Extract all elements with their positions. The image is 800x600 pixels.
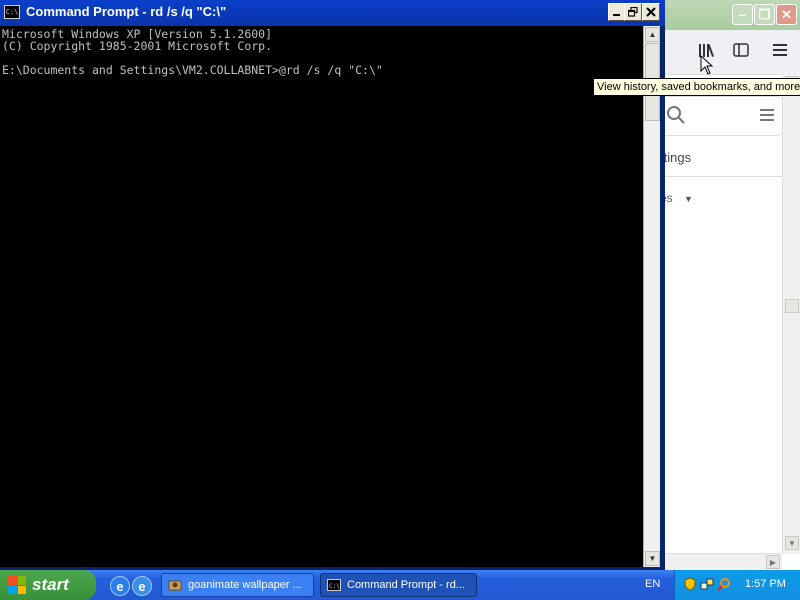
window-title: Command Prompt - rd /s /q "C:\" xyxy=(26,4,227,19)
browser-toolbar xyxy=(660,30,800,75)
cmd-app-icon[interactable]: C:\ xyxy=(4,5,20,19)
console-line: (C) Copyright 1985-2001 Microsoft Corp. xyxy=(2,39,273,53)
close-icon xyxy=(646,7,656,17)
taskbar-item-label: goanimate wallpaper ... xyxy=(188,579,302,591)
taskbar-item-command-prompt[interactable]: C:\ Command Prompt - rd... xyxy=(320,573,477,597)
browser-vertical-scrollbar[interactable]: ▲ ▼ xyxy=(782,74,800,554)
console-output[interactable]: Microsoft Windows XP [Version 5.1.2600] … xyxy=(0,26,643,567)
network-icon xyxy=(700,578,714,590)
mouse-cursor-icon xyxy=(700,54,714,80)
start-label: start xyxy=(32,575,69,594)
close-button[interactable] xyxy=(642,3,660,21)
browser-close-button[interactable]: ✕ xyxy=(776,4,797,25)
image-viewer-icon xyxy=(168,580,182,591)
security-shield-icon xyxy=(684,577,696,591)
language-indicator[interactable]: EN xyxy=(645,578,660,590)
scroll-thumb[interactable] xyxy=(785,299,799,313)
scroll-down-arrow-icon[interactable]: ▼ xyxy=(645,551,660,566)
restore-button[interactable] xyxy=(624,3,642,21)
browser-minimize-button[interactable]: – xyxy=(732,4,753,25)
library-tooltip: View history, saved bookmarks, and more xyxy=(593,78,800,96)
browser-maximize-button[interactable]: ❐ xyxy=(754,4,775,25)
taskbar-item-label: Command Prompt - rd... xyxy=(347,579,465,591)
scroll-up-arrow-icon[interactable]: ▲ xyxy=(645,27,660,42)
ie-quicklaunch-icon[interactable]: e xyxy=(132,576,152,596)
scroll-down-arrow-icon[interactable]: ▼ xyxy=(785,536,799,550)
start-button[interactable]: start xyxy=(0,570,96,600)
search-icon xyxy=(666,105,686,130)
caret-down-icon: ▼ xyxy=(684,194,693,204)
hamburger-menu-icon[interactable] xyxy=(773,43,787,60)
window-border xyxy=(660,26,665,570)
console-line: E:\Documents and Settings\VM2.COLLABNET>… xyxy=(2,63,383,77)
cmd-titlebar[interactable]: C:\ Command Prompt - rd /s /q "C:\" xyxy=(0,0,665,26)
windows-flag-icon xyxy=(8,576,26,594)
cmd-icon: C:\ xyxy=(327,579,341,591)
system-tray: 1:57 PM xyxy=(674,570,800,600)
svg-text:C:\: C:\ xyxy=(329,583,340,590)
taskbar: start e e goanimate wallpaper ... C:\ Co… xyxy=(0,570,800,600)
page-menu-icon[interactable] xyxy=(760,108,774,125)
divider xyxy=(660,176,782,177)
restore-icon xyxy=(628,7,638,17)
minimize-icon xyxy=(613,14,620,16)
taskbar-item-wallpaper[interactable]: goanimate wallpaper ... xyxy=(161,573,314,597)
sidebar-icon[interactable] xyxy=(733,43,749,61)
scroll-right-arrow-icon[interactable]: ▶ xyxy=(766,555,780,569)
browser-titlebar: – ❐ ✕ xyxy=(660,0,800,30)
cmd-vertical-scrollbar[interactable]: ▲ ▼ xyxy=(643,26,661,567)
command-prompt-window[interactable]: C:\ Command Prompt - rd /s /q "C:\" Micr… xyxy=(0,0,665,570)
search-tray-icon xyxy=(717,578,730,591)
clock[interactable]: 1:57 PM xyxy=(745,578,786,590)
internet-explorer-icon[interactable]: e xyxy=(110,576,130,596)
browser-horizontal-scrollbar[interactable]: ▶ xyxy=(660,553,782,571)
